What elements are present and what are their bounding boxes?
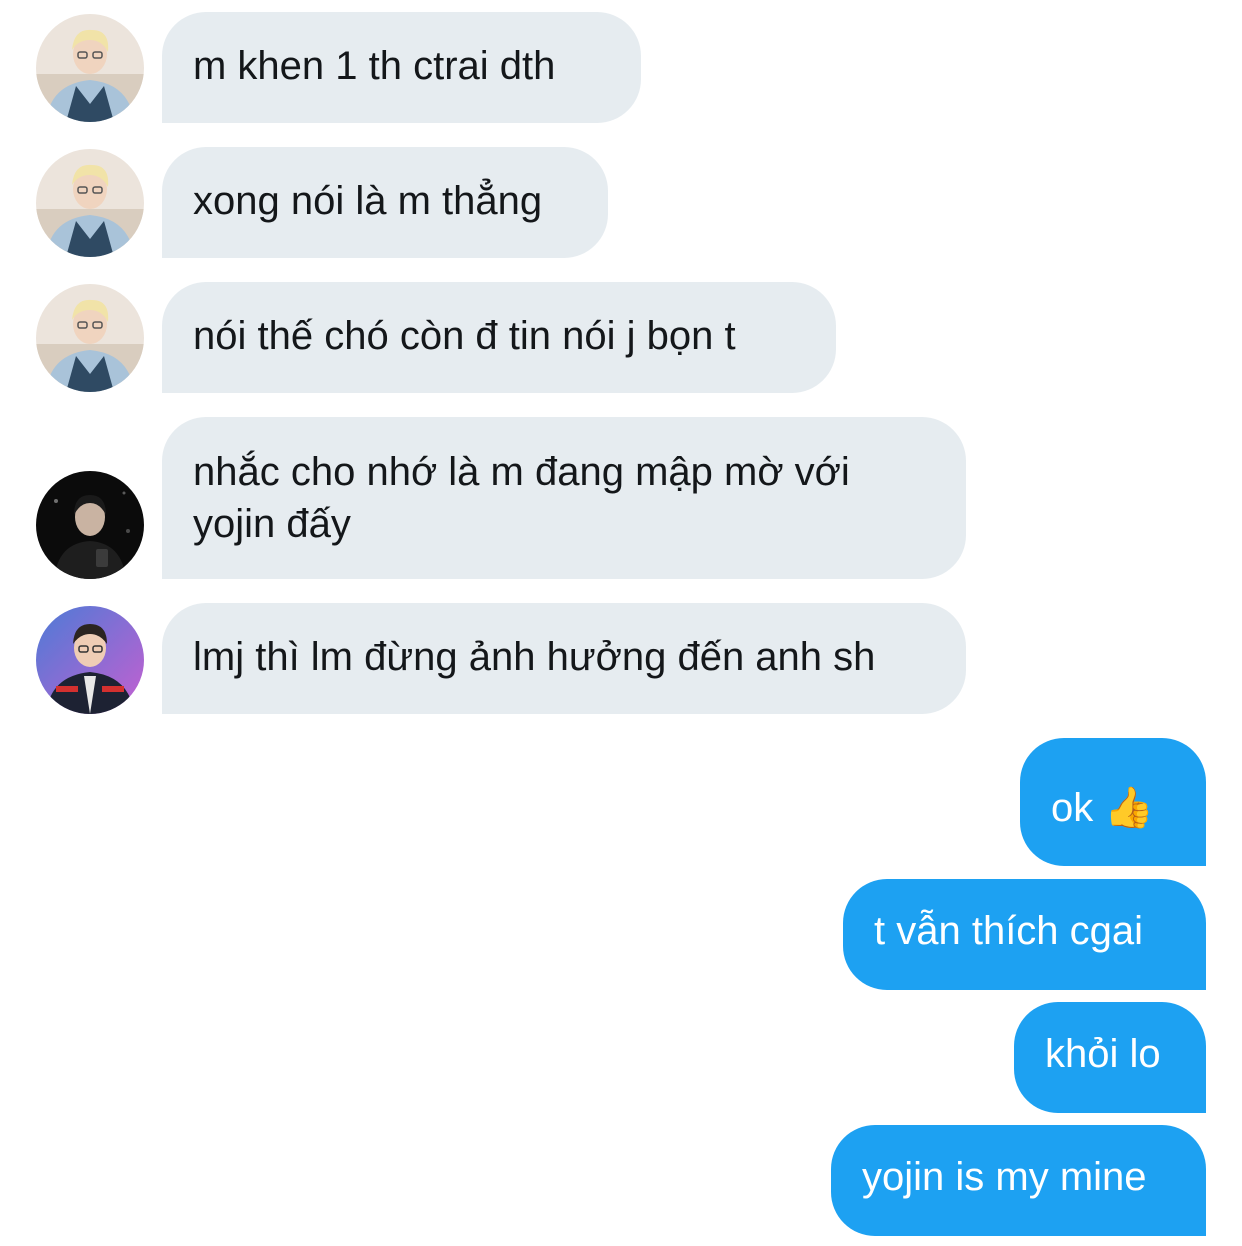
message-bubble-outgoing[interactable]: ok 👍 <box>1020 738 1206 866</box>
message-text: t vẫn thích cgai <box>874 909 1144 953</box>
message-bubble-outgoing[interactable]: yojin is my mine <box>831 1125 1206 1236</box>
thumbs-up-icon: 👍 <box>1104 785 1155 831</box>
message-text: xong nói là m thẳng <box>193 179 543 223</box>
avatar-dark[interactable] <box>36 471 144 579</box>
message-text: lmj thì lm đừng ảnh hưởng đến anh sh <box>193 635 876 679</box>
avatar-jersey[interactable] <box>36 606 144 714</box>
message-text: ok <box>1051 786 1094 830</box>
avatar-blond-image <box>36 149 144 257</box>
message-text: nhắc cho nhớ là m đang mập mờ với yojin … <box>193 450 850 546</box>
avatar-dark-image <box>36 471 144 579</box>
message-bubble-outgoing[interactable]: t vẫn thích cgai <box>843 879 1206 990</box>
message-bubble-outgoing[interactable]: khỏi lo <box>1014 1002 1206 1113</box>
message-text: khỏi lo <box>1045 1032 1161 1076</box>
avatar-blond[interactable] <box>36 14 144 122</box>
avatar-blond-image <box>36 14 144 122</box>
message-bubble-incoming[interactable]: m khen 1 th ctrai dth <box>162 12 641 123</box>
avatar-blond[interactable] <box>36 284 144 392</box>
message-text: m khen 1 th ctrai dth <box>193 44 556 88</box>
message-bubble-incoming[interactable]: xong nói là m thẳng <box>162 147 608 258</box>
avatar-blond-image <box>36 284 144 392</box>
message-bubble-incoming[interactable]: nhắc cho nhớ là m đang mập mờ với yojin … <box>162 417 966 579</box>
message-bubble-incoming[interactable]: lmj thì lm đừng ảnh hưởng đến anh sh <box>162 603 966 714</box>
message-text: nói thế chó còn đ tin nói j bọn t <box>193 314 736 358</box>
message-text: yojin is my mine <box>862 1155 1147 1199</box>
avatar-blond[interactable] <box>36 149 144 257</box>
message-bubble-incoming[interactable]: nói thế chó còn đ tin nói j bọn t <box>162 282 836 393</box>
avatar-jersey-image <box>36 606 144 714</box>
